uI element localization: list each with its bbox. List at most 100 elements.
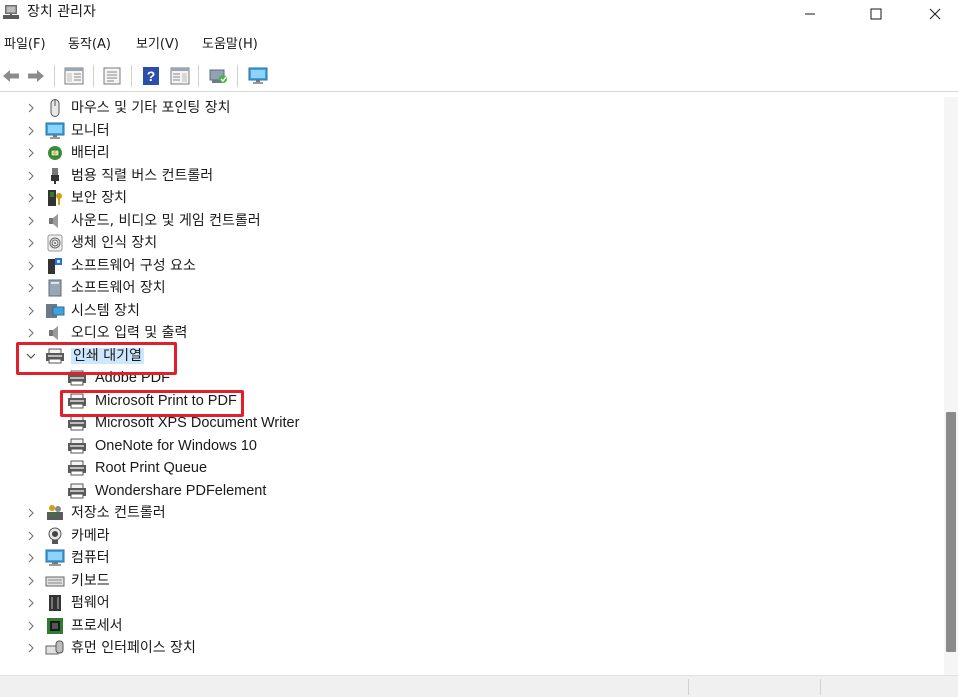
tree-item-label: 펌웨어 bbox=[71, 595, 110, 611]
mouse-icon bbox=[45, 99, 65, 117]
properties-pane-icon[interactable] bbox=[63, 65, 85, 87]
chevron-right-icon[interactable] bbox=[25, 192, 37, 204]
toolbar-separator bbox=[131, 65, 132, 87]
device-manager-window: 장치 관리자 파일(F) 동작(A) 보기(V) 도움말(H) ? 마우스 및 … bbox=[0, 0, 958, 697]
chevron-right-icon[interactable] bbox=[25, 575, 37, 587]
chevron-right-icon[interactable] bbox=[25, 282, 37, 294]
chevron-right-icon[interactable] bbox=[25, 507, 37, 519]
chevron-right-icon[interactable] bbox=[25, 642, 37, 654]
scrollbar-thumb[interactable] bbox=[946, 412, 956, 652]
chevron-right-icon[interactable] bbox=[25, 260, 37, 272]
chevron-right-icon[interactable] bbox=[25, 237, 37, 249]
firmware-icon bbox=[45, 594, 65, 612]
tree-category-item[interactable]: 마우스 및 기타 포인팅 장치 bbox=[0, 97, 940, 119]
tree-item-label: 보안 장치 bbox=[71, 190, 127, 206]
tree-category-item[interactable]: 보안 장치 bbox=[0, 187, 940, 209]
tree-category-item[interactable]: 배터리 bbox=[0, 142, 940, 164]
chevron-right-icon[interactable] bbox=[25, 597, 37, 609]
speaker-icon bbox=[45, 212, 65, 230]
action-pane-icon[interactable] bbox=[169, 65, 191, 87]
tree-category-item[interactable]: 범용 직렬 버스 컨트롤러 bbox=[0, 165, 940, 187]
tree-item-text: 휴먼 인터페이스 장치 bbox=[71, 639, 196, 657]
menu-file[interactable]: 파일(F) bbox=[4, 36, 46, 54]
window-title: 장치 관리자 bbox=[27, 4, 96, 20]
tree-category-item[interactable]: 카메라 bbox=[0, 525, 940, 547]
maximize-button[interactable] bbox=[846, 0, 906, 28]
tree-category-item[interactable]: 모니터 bbox=[0, 120, 940, 142]
minimize-button[interactable] bbox=[780, 0, 840, 28]
tree-child-item[interactable]: Wondershare PDFelement bbox=[0, 480, 940, 502]
tree-item-text: Wondershare PDFelement bbox=[95, 482, 266, 500]
tree-category-item[interactable]: 소프트웨어 구성 요소 bbox=[0, 255, 940, 277]
toolbar: ? bbox=[0, 60, 958, 92]
tree-item-label: 키보드 bbox=[71, 572, 110, 589]
chevron-right-icon[interactable] bbox=[25, 552, 37, 564]
menu-help[interactable]: 도움말(H) bbox=[202, 36, 258, 54]
tree-item-text: 마우스 및 기타 포인팅 장치 bbox=[71, 99, 230, 117]
chevron-right-icon[interactable] bbox=[25, 305, 37, 317]
tree-category-item[interactable]: 생체 인식 장치 bbox=[0, 232, 940, 254]
tree-category-item[interactable]: 휴먼 인터페이스 장치 bbox=[0, 637, 940, 659]
chevron-right-icon[interactable] bbox=[25, 147, 37, 159]
tree-category-item[interactable]: 오디오 입력 및 출력 bbox=[0, 322, 940, 344]
tree-item-text: 저장소 컨트롤러 bbox=[71, 504, 166, 522]
status-divider bbox=[820, 679, 821, 695]
tree-category-item[interactable]: 키보드 bbox=[0, 570, 940, 592]
tree-item-text: 소프트웨어 구성 요소 bbox=[71, 257, 196, 275]
battery-icon bbox=[45, 144, 65, 162]
security-key-icon bbox=[45, 189, 65, 207]
tree-item-text: 오디오 입력 및 출력 bbox=[71, 324, 187, 342]
close-button[interactable] bbox=[905, 0, 958, 28]
back-arrow-icon[interactable] bbox=[0, 65, 22, 87]
chevron-right-icon[interactable] bbox=[25, 215, 37, 227]
tree-child-item[interactable]: OneNote for Windows 10 bbox=[0, 435, 940, 457]
chevron-right-icon[interactable] bbox=[25, 620, 37, 632]
tree-category-item[interactable]: 컴퓨터 bbox=[0, 547, 940, 569]
storage-controller-icon bbox=[45, 504, 65, 522]
device-tree: 마우스 및 기타 포인팅 장치모니터배터리범용 직렬 버스 컨트롤러보안 장치사… bbox=[0, 97, 944, 675]
tree-item-text: 시스템 장치 bbox=[71, 302, 140, 320]
tree-category-item[interactable]: 저장소 컨트롤러 bbox=[0, 502, 940, 524]
help-icon[interactable]: ? bbox=[140, 65, 162, 87]
tree-item-label: 휴먼 인터페이스 장치 bbox=[71, 640, 196, 656]
software-device-icon bbox=[45, 279, 65, 297]
software-component-icon bbox=[45, 257, 65, 275]
chevron-right-icon[interactable] bbox=[25, 170, 37, 182]
annotation-highlight-microsoft-print-to-pdf bbox=[60, 390, 244, 417]
menu-action[interactable]: 동작(A) bbox=[68, 36, 111, 54]
camera-icon bbox=[45, 527, 65, 545]
tree-item-label: Wondershare PDFelement bbox=[95, 482, 267, 499]
chevron-right-icon[interactable] bbox=[25, 327, 37, 339]
printer-icon bbox=[67, 459, 87, 477]
chevron-right-icon[interactable] bbox=[25, 102, 37, 114]
tree-item-text: 컴퓨터 bbox=[71, 549, 110, 567]
menu-view[interactable]: 보기(V) bbox=[136, 36, 179, 54]
toolbar-separator bbox=[237, 65, 238, 87]
minimize-icon bbox=[805, 13, 815, 15]
scan-hardware-icon[interactable] bbox=[207, 65, 229, 87]
forward-arrow-icon[interactable] bbox=[25, 65, 47, 87]
tree-category-item[interactable]: 시스템 장치 bbox=[0, 300, 940, 322]
tree-item-label: 사운드, 비디오 및 게임 컨트롤러 bbox=[71, 212, 261, 229]
maximize-icon bbox=[870, 8, 882, 20]
tree-category-item[interactable]: 사운드, 비디오 및 게임 컨트롤러 bbox=[0, 210, 940, 232]
tree-child-item[interactable]: Root Print Queue bbox=[0, 457, 940, 479]
monitor-icon[interactable] bbox=[247, 65, 269, 87]
tree-category-item[interactable]: 소프트웨어 장치 bbox=[0, 277, 940, 299]
tree-item-label: 배터리 bbox=[71, 145, 110, 161]
title-bar: 장치 관리자 bbox=[0, 0, 958, 30]
toolbar-separator bbox=[198, 65, 199, 87]
tree-item-text: 프로세서 bbox=[71, 617, 123, 635]
tree-item-label: 소프트웨어 구성 요소 bbox=[71, 257, 196, 274]
speaker-icon bbox=[45, 324, 65, 342]
list-view-icon[interactable] bbox=[101, 65, 123, 87]
tree-item-text: Root Print Queue bbox=[95, 459, 207, 477]
tree-item-text: 키보드 bbox=[71, 572, 110, 590]
chevron-right-icon[interactable] bbox=[25, 125, 37, 137]
tree-category-item[interactable]: 프로세서 bbox=[0, 615, 940, 637]
tree-item-label: 컴퓨터 bbox=[71, 550, 110, 566]
system-device-icon bbox=[45, 302, 65, 320]
chevron-right-icon[interactable] bbox=[25, 530, 37, 542]
tree-category-item[interactable]: 펌웨어 bbox=[0, 592, 940, 614]
tree-item-text: 펌웨어 bbox=[71, 594, 110, 612]
